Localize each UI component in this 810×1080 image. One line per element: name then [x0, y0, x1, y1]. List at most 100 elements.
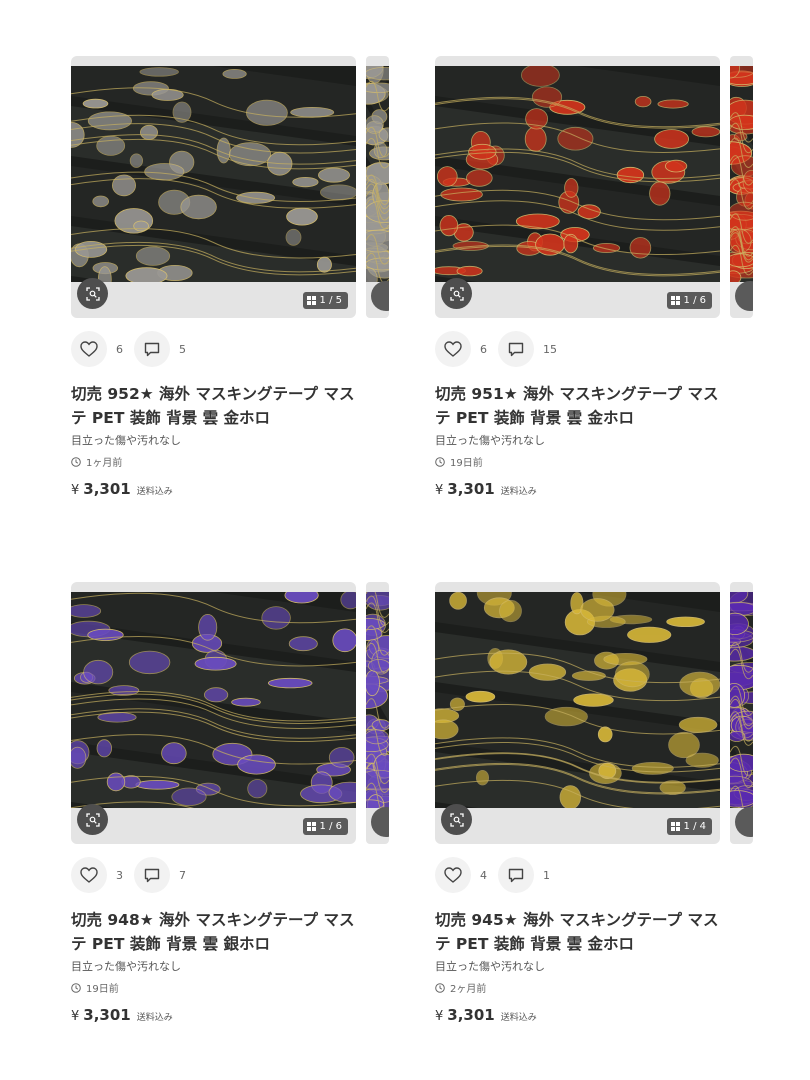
listing-card[interactable]: 1 / 4 4 1 切売 945★ 海外 マスキングテープ マス テ PET 装… [435, 582, 755, 1024]
currency-symbol: ¥ [435, 483, 444, 498]
next-image-search-button [735, 281, 753, 311]
heart-icon [80, 867, 98, 883]
listing-card[interactable]: 1 / 6 6 15 切売 951★ 海外 マスキングテープ マス テ PET … [435, 56, 755, 498]
product-photo [71, 66, 356, 282]
comment-button[interactable] [498, 331, 534, 367]
posted-time-text: 19日前 [86, 984, 119, 995]
price-amount: 3,301 [83, 480, 131, 498]
next-image-search-button [371, 281, 389, 311]
listing-title[interactable]: 切売 952★ 海外 マスキングテープ マス テ PET 装飾 背景 雲 金ホロ [71, 382, 391, 430]
listing-title-line1: 切売 952★ 海外 マスキングテープ マス [71, 385, 355, 403]
image-counter-badge: 1 / 4 [666, 818, 712, 835]
product-photo [435, 66, 720, 282]
engagement-row: 6 15 [435, 331, 561, 367]
comment-count: 7 [179, 868, 186, 882]
heart-icon [80, 341, 98, 357]
comment-icon [508, 868, 524, 882]
scan-search-icon [449, 812, 464, 827]
next-image-preview[interactable] [366, 582, 389, 844]
scan-search-icon [85, 286, 100, 301]
image-counter-text: 1 / 6 [683, 295, 706, 306]
image-counter-badge: 1 / 5 [302, 292, 348, 309]
price: ¥ 3,301 送料込み [435, 1006, 537, 1024]
clock-icon [71, 982, 81, 993]
like-button[interactable] [435, 857, 471, 893]
next-image-search-button [371, 807, 389, 837]
comment-count: 1 [543, 868, 550, 882]
clock-icon [435, 982, 445, 993]
like-button[interactable] [71, 857, 107, 893]
comment-icon [508, 342, 524, 356]
price: ¥ 3,301 送料込み [71, 480, 173, 498]
image-counter-badge: 1 / 6 [302, 818, 348, 835]
image-search-button[interactable] [77, 278, 108, 309]
like-button[interactable] [71, 331, 107, 367]
posted-time-text: 19日前 [450, 458, 483, 469]
price: ¥ 3,301 送料込み [435, 480, 537, 498]
engagement-row: 6 5 [71, 331, 197, 367]
product-image[interactable]: 1 / 4 [435, 582, 720, 844]
next-photo [366, 66, 389, 282]
heart-icon [444, 341, 462, 357]
listing-title-line2: テ PET 装飾 背景 雲 金ホロ [435, 409, 635, 427]
image-search-button[interactable] [441, 278, 472, 309]
listing-card[interactable]: 1 / 5 6 5 切売 952★ 海外 マスキングテープ マス テ PET 装… [71, 56, 391, 498]
currency-symbol: ¥ [71, 1009, 80, 1024]
next-image-search-button [735, 807, 753, 837]
image-counter-text: 1 / 5 [319, 295, 342, 306]
comment-button[interactable] [498, 857, 534, 893]
like-count: 6 [480, 342, 487, 356]
listing-title-line1: 切売 945★ 海外 マスキングテープ マス [435, 911, 719, 929]
image-gallery[interactable]: 1 / 5 [71, 56, 391, 318]
image-counter-badge: 1 / 6 [666, 292, 712, 309]
price-amount: 3,301 [83, 1006, 131, 1024]
item-condition: 目立った傷や汚れなし [71, 434, 181, 447]
product-image[interactable]: 1 / 6 [435, 56, 720, 318]
like-button[interactable] [435, 331, 471, 367]
product-image[interactable]: 1 / 5 [71, 56, 356, 318]
comment-count: 5 [179, 342, 186, 356]
listing-title[interactable]: 切売 951★ 海外 マスキングテープ マス テ PET 装飾 背景 雲 金ホロ [435, 382, 755, 430]
next-photo [366, 592, 389, 808]
heart-icon [444, 867, 462, 883]
posted-time: 1ヶ月前 [71, 454, 122, 469]
image-gallery[interactable]: 1 / 4 [435, 582, 755, 844]
comment-count: 15 [543, 342, 557, 356]
next-photo [730, 592, 753, 808]
listing-title-line1: 切売 951★ 海外 マスキングテープ マス [435, 385, 719, 403]
listing-title-line2: テ PET 装飾 背景 雲 金ホロ [435, 935, 635, 953]
posted-time: 19日前 [435, 454, 483, 469]
next-image-preview[interactable] [730, 56, 753, 318]
next-image-preview[interactable] [366, 56, 389, 318]
product-photo [71, 592, 356, 808]
shipping-label: 送料込み [136, 1013, 173, 1023]
comment-icon [144, 342, 160, 356]
listing-card[interactable]: 1 / 6 3 7 切売 948★ 海外 マスキングテープ マス テ PET 装… [71, 582, 391, 1024]
image-gallery[interactable]: 1 / 6 [435, 56, 755, 318]
currency-symbol: ¥ [435, 1009, 444, 1024]
image-search-button[interactable] [77, 804, 108, 835]
comment-icon [144, 868, 160, 882]
next-image-preview[interactable] [730, 582, 753, 844]
item-condition: 目立った傷や汚れなし [71, 960, 181, 973]
item-condition: 目立った傷や汚れなし [435, 434, 545, 447]
product-image[interactable]: 1 / 6 [71, 582, 356, 844]
currency-symbol: ¥ [71, 483, 80, 498]
image-gallery[interactable]: 1 / 6 [71, 582, 391, 844]
image-search-button[interactable] [441, 804, 472, 835]
engagement-row: 3 7 [71, 857, 197, 893]
price: ¥ 3,301 送料込み [71, 1006, 173, 1024]
image-counter-text: 1 / 4 [683, 821, 706, 832]
listing-title-line2: テ PET 装飾 背景 雲 銀ホロ [71, 935, 271, 953]
price-amount: 3,301 [447, 1006, 495, 1024]
comment-button[interactable] [134, 331, 170, 367]
posted-time-text: 1ヶ月前 [86, 458, 123, 469]
comment-button[interactable] [134, 857, 170, 893]
gallery-grid-icon [670, 822, 680, 831]
listing-title[interactable]: 切売 945★ 海外 マスキングテープ マス テ PET 装飾 背景 雲 金ホロ [435, 908, 755, 956]
clock-icon [71, 456, 81, 467]
item-condition: 目立った傷や汚れなし [435, 960, 545, 973]
price-amount: 3,301 [447, 480, 495, 498]
posted-time: 19日前 [71, 980, 119, 995]
listing-title[interactable]: 切売 948★ 海外 マスキングテープ マス テ PET 装飾 背景 雲 銀ホロ [71, 908, 391, 956]
